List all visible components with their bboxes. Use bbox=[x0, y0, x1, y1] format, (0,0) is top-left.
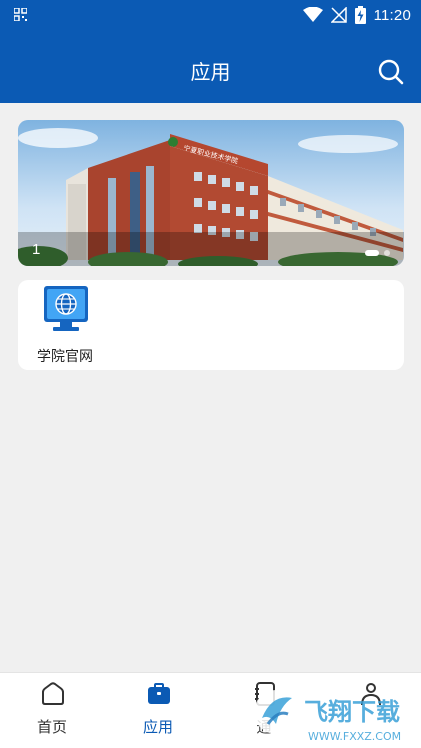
app-item-college-website[interactable]: 学院官网 bbox=[34, 286, 98, 366]
wifi-icon bbox=[302, 7, 323, 22]
status-bar: 11:20 bbox=[0, 0, 421, 30]
status-right: 11:20 bbox=[302, 4, 411, 26]
nav-label-apps: 应用 bbox=[142, 719, 173, 736]
status-time: 11:20 bbox=[373, 6, 411, 24]
home-icon bbox=[42, 682, 64, 705]
nav-label-home: 首页 bbox=[36, 719, 67, 736]
svg-text:WWW.FXXZ.COM: WWW.FXXZ.COM bbox=[308, 730, 401, 743]
carousel-dot[interactable] bbox=[384, 250, 390, 256]
qr-grid-icon bbox=[14, 8, 27, 21]
svg-text:飞翔下载: 飞翔下载 bbox=[304, 698, 400, 726]
nav-item-apps[interactable]: 应用 bbox=[128, 673, 188, 748]
carousel-indicator bbox=[365, 250, 390, 256]
no-signal-icon bbox=[330, 7, 347, 23]
battery-charging-icon bbox=[354, 6, 366, 24]
search-icon[interactable] bbox=[377, 58, 405, 86]
app-grid-card: 学院官网 bbox=[18, 280, 404, 370]
fxxz-watermark-icon: 飞翔下载 WWW.FXXZ.COM bbox=[254, 690, 401, 743]
carousel-dot-active[interactable] bbox=[365, 250, 379, 256]
banner-index-label: 1 bbox=[32, 241, 41, 258]
nav-item-home[interactable]: 首页 bbox=[22, 673, 82, 748]
app-label: 学院官网 bbox=[37, 348, 93, 364]
page-title: 应用 bbox=[190, 62, 231, 84]
website-monitor-icon bbox=[44, 286, 88, 331]
banner-carousel[interactable]: 宁夏职业技术学院 1 bbox=[18, 120, 404, 266]
watermark-logo: 飞翔下载 WWW.FXXZ.COM bbox=[252, 684, 417, 746]
campus-building-photo: 宁夏职业技术学院 bbox=[18, 120, 404, 266]
app-header: 11:20 应用 bbox=[0, 0, 421, 103]
briefcase-icon bbox=[148, 683, 170, 704]
